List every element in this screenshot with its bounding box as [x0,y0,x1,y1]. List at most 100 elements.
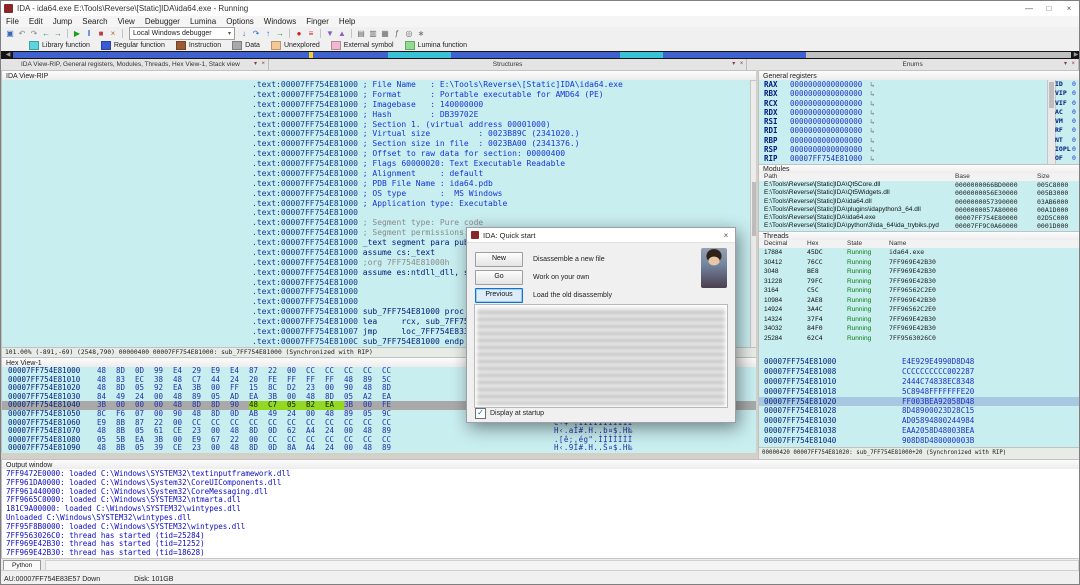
tab-close-icon[interactable]: × [261,60,265,69]
hex-byte[interactable]: 48 [97,444,116,453]
modules-column-base[interactable]: Base [955,173,970,180]
hex-byte[interactable]: 05 [135,444,154,453]
run-until-return-icon[interactable]: ↑ [262,28,274,39]
disasm-line[interactable]: .text:00007FF754E81000 ; Flags 60000020:… [2,159,751,169]
disasm-line[interactable]: .text:00007FF754E81000 ; Imagebase : 140… [2,100,751,110]
tab-menu-icon[interactable]: ▾ [254,60,257,69]
menu-help[interactable]: Help [334,16,360,27]
tab-close-icon[interactable]: × [1071,60,1075,69]
hex-byte[interactable]: A4 [306,444,325,453]
stack-row[interactable]: 00007FF754E81038EAA2058D48003BEA [759,426,1080,436]
menu-view[interactable]: View [113,16,140,27]
hex-byte[interactable]: 39 [154,444,173,453]
register-row[interactable]: RBX0000000000000000↳ [759,89,1080,98]
hex-byte[interactable]: 48 [230,444,249,453]
menu-finger[interactable]: Finger [301,16,334,27]
menu-search[interactable]: Search [77,16,112,27]
register-row[interactable]: RCX0000000000000000↳ [759,99,1080,108]
disasm-line[interactable]: .text:00007FF754E81000 ; Application typ… [2,199,751,209]
display-at-startup-checkbox[interactable]: ✓ [475,408,486,419]
python-selector-button[interactable]: Python [3,560,41,571]
disasm-line[interactable]: .text:00007FF754E81000 ; Offset to raw d… [2,149,751,159]
menu-edit[interactable]: Edit [24,16,48,27]
disasm-line[interactable]: .text:00007FF754E81000 ; Hash : DB39702E [2,110,751,120]
hex-byte[interactable]: CE [173,444,192,453]
stack-view[interactable]: 00007FF754E81000E4E929E4990D8D4800007FF7… [758,357,1080,447]
disasm-line[interactable]: .text:00007FF754E81000 ; File Name : E:\… [2,80,751,90]
open-functions-icon[interactable]: ƒ [391,28,403,39]
hex-byte[interactable]: 00 [344,444,363,453]
register-follow-icon[interactable]: ↳ [870,136,875,145]
register-follow-icon[interactable]: ↳ [870,99,875,108]
module-row[interactable]: E:\Tools\Reverse\[Static]IDA\plugins\ida… [759,206,1080,214]
tab-group-1[interactable]: IDA View-RIP, General registers, Modules… [1,59,269,70]
thread-row[interactable]: 2528462C4Running7FF9563026C0 [759,334,1080,344]
navband-right-arrow-icon[interactable]: ▶ [1071,51,1080,59]
minimize-button[interactable]: — [1019,1,1039,16]
dialog-close-icon[interactable]: × [717,231,735,240]
open-segments-icon[interactable]: ▦ [379,28,391,39]
menu-debugger[interactable]: Debugger [140,16,185,27]
output-window[interactable]: 7FF9472E0000: loaded C:\Windows\SYSTEM32… [1,469,1080,559]
thread-row[interactable]: 109842AE8Running7FF969E42B30 [759,296,1080,306]
save-icon[interactable]: ▣ [4,28,16,39]
detach-icon[interactable]: × [107,28,119,39]
hex-byte[interactable]: 24 [325,444,344,453]
stack-row[interactable]: 00007FF754E810102444C74838EC8348 [759,377,1080,387]
tab-group-2[interactable]: Structures▾× [269,59,747,70]
disasm-line[interactable]: .text:00007FF754E81000 ; Section size in… [2,139,751,149]
quick-start-new-button[interactable]: New [475,252,523,267]
close-button[interactable]: × [1059,1,1079,16]
step-into-icon[interactable]: ↓ [238,28,250,39]
settings-icon[interactable]: ∗ [415,28,427,39]
stop-process-icon[interactable]: ■ [95,28,107,39]
stack-row[interactable]: 00007FF754E81030AD05894800244984 [759,416,1080,426]
nav-forward-icon[interactable]: → [52,28,64,39]
navband-left-arrow-icon[interactable]: ◀ [3,51,13,59]
menu-jump[interactable]: Jump [48,16,78,27]
disasm-line[interactable]: .text:00007FF754E81000 ; Alignment : def… [2,169,751,179]
python-input[interactable] [45,560,1079,571]
disasm-line[interactable]: .text:00007FF754E81000 ; Virtual size : … [2,129,751,139]
threads-list[interactable]: 1788445DCRunningida64.exe3041276CCRunnin… [758,248,1080,357]
thread-row[interactable]: 3403284F0Running7FF969E42B30 [759,324,1080,334]
register-follow-icon[interactable]: ↳ [870,117,875,126]
register-row[interactable]: RIP00007FF754E81000↳ [759,154,1080,163]
start-process-icon[interactable]: ▶ [71,28,83,39]
modules-list[interactable]: E:\Tools\Reverse\[Static]IDA\Qt5Core.dll… [758,181,1080,231]
hex-byte[interactable]: 89 [382,444,401,453]
disasm-line[interactable]: .text:00007FF754E81000 ; Format : Portab… [2,90,751,100]
register-follow-icon[interactable]: ↳ [870,154,875,163]
hex-byte[interactable]: 8A [287,444,306,453]
undo-icon[interactable]: ↶ [16,28,28,39]
stack-row[interactable]: 00007FF754E81040908D8D480000003B [759,436,1080,446]
tab-menu-icon[interactable]: ▾ [732,60,735,69]
register-follow-icon[interactable]: ↳ [870,145,875,154]
tab-menu-icon[interactable]: ▾ [1064,60,1067,69]
threads-column-decimal[interactable]: Decimal [764,240,787,247]
disasm-line[interactable]: .text:00007FF754E81000 ; OS type : MS Wi… [2,189,751,199]
tab-group-3[interactable]: Enums▾× [747,59,1079,70]
thread-row[interactable]: 3122879FCRunning7FF969E42B30 [759,277,1080,287]
quick-start-previous-button[interactable]: Previous [475,288,523,303]
hex-byte[interactable]: 00 [211,444,230,453]
thread-row[interactable]: 3048BE8Running7FF969E42B30 [759,267,1080,277]
menu-file[interactable]: File [1,16,24,27]
pause-process-icon[interactable]: ‖ [83,28,95,39]
disasm-line[interactable]: .text:00007FF754E81000 [2,208,751,218]
stack-row[interactable]: 00007FF754E81020FF003BEA92058D48 [759,397,1080,407]
title-bar[interactable]: IDA - ida64.exe E:\Tools\Reverse\[Static… [1,1,1079,17]
register-follow-icon[interactable]: ↳ [870,89,875,98]
tab-close-icon[interactable]: × [740,60,744,69]
modules-column-size[interactable]: Size [1037,173,1050,180]
module-row[interactable]: E:\Tools\Reverse\[Static]IDA\Qt5Core.dll… [759,181,1080,189]
redo-icon[interactable]: ↷ [28,28,40,39]
general-registers-view[interactable]: ID0VIP0VIF0AC0VM0RF0NT0IOPL0OF0 RAX00000… [758,80,1080,164]
step-over-icon[interactable]: ↷ [250,28,262,39]
register-row[interactable]: RSI0000000000000000↳ [759,117,1080,126]
modules-column-path[interactable]: Path [764,173,777,180]
breakpoint-icon[interactable]: ● [293,28,305,39]
disasm-line[interactable]: .text:00007FF754E81000 ; PDB File Name :… [2,179,751,189]
threads-column-state[interactable]: State [847,240,862,247]
maximize-button[interactable]: □ [1039,1,1059,16]
